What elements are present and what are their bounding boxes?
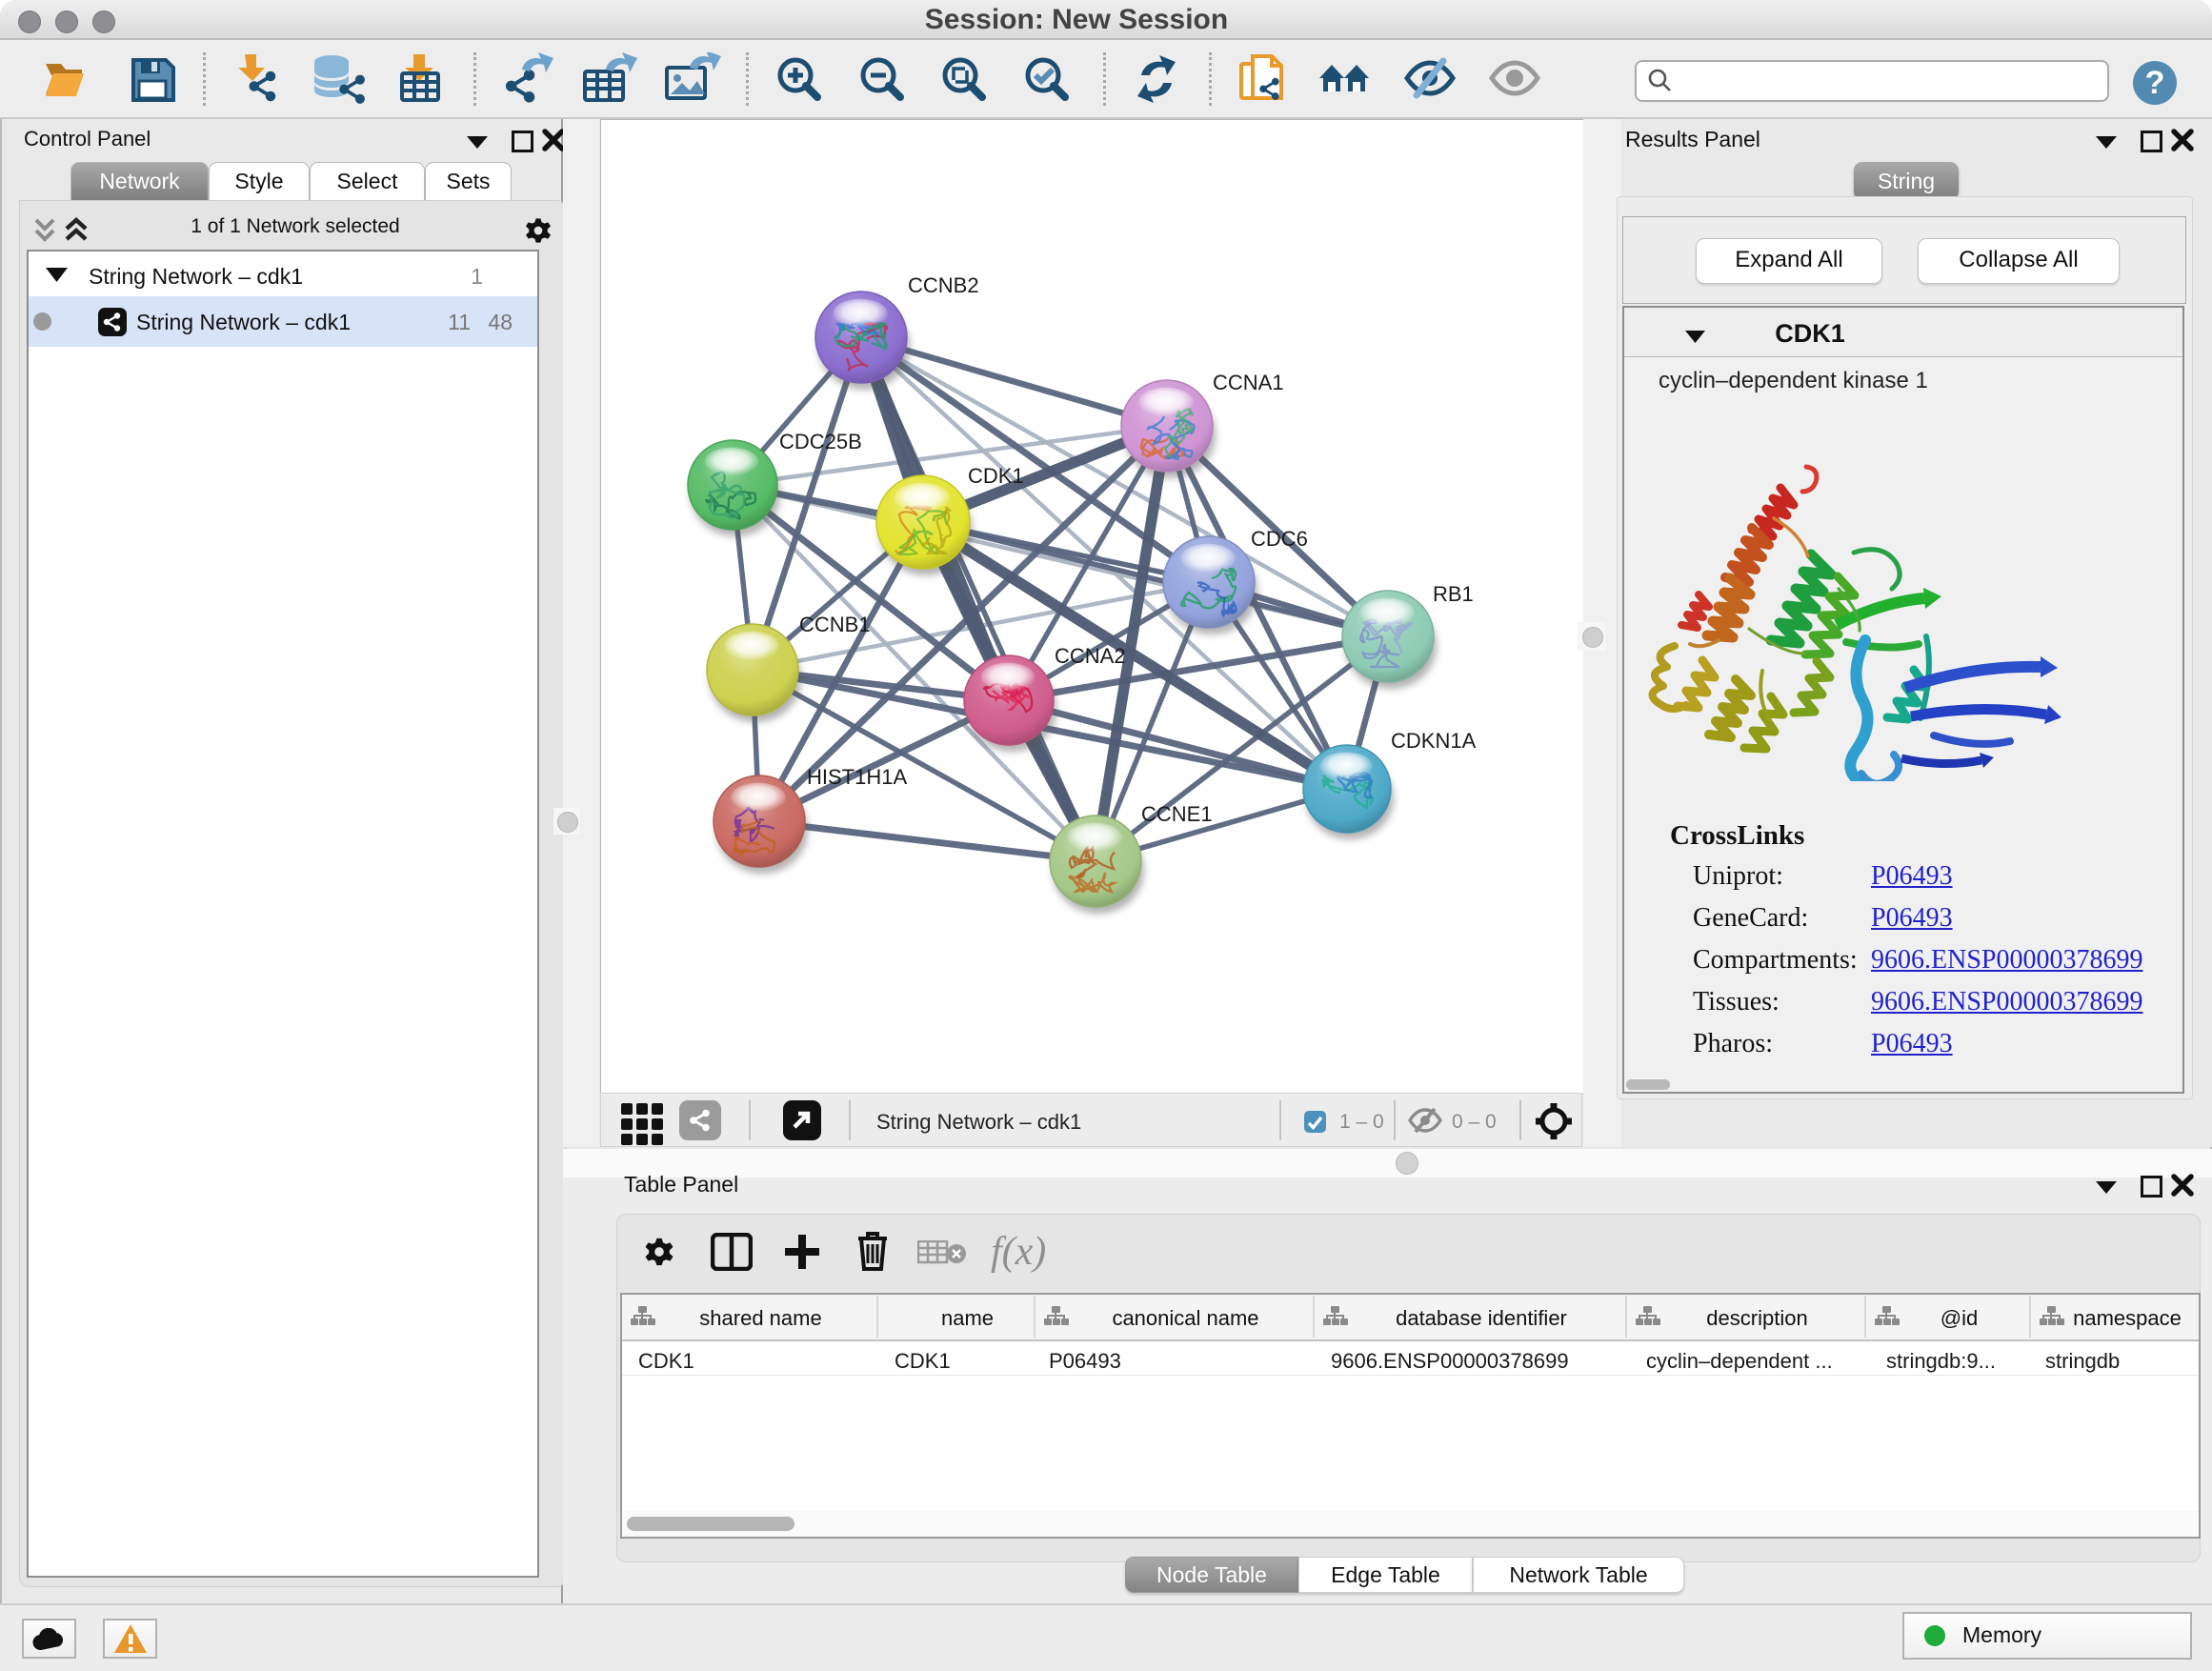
svg-text:CCNE1: CCNE1 xyxy=(1141,802,1213,826)
svg-text:CCNB2: CCNB2 xyxy=(908,273,979,297)
svg-text:HIST1H1A: HIST1H1A xyxy=(807,765,907,789)
svg-text:CDC6: CDC6 xyxy=(1251,527,1308,551)
svg-text:RB1: RB1 xyxy=(1433,582,1474,606)
svg-text:CDC25B: CDC25B xyxy=(779,430,862,453)
svg-text:CDKN1A: CDKN1A xyxy=(1391,729,1477,753)
svg-text:CDK1: CDK1 xyxy=(968,464,1024,488)
svg-text:CCNB1: CCNB1 xyxy=(799,613,871,636)
svg-text:CCNA1: CCNA1 xyxy=(1213,371,1284,394)
svg-text:CCNA2: CCNA2 xyxy=(1055,644,1126,668)
